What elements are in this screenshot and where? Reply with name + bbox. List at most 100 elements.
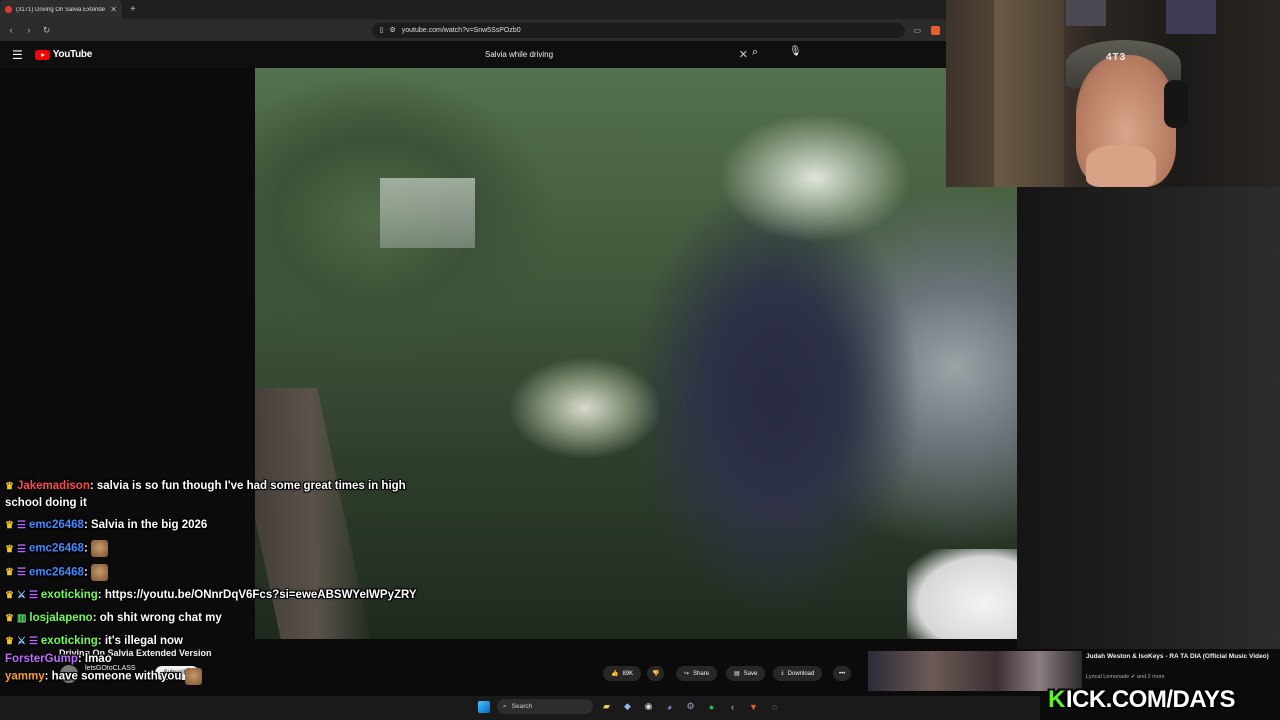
more-actions-button[interactable]: ••• — [833, 666, 852, 681]
chat-username: exoticking — [40, 589, 98, 602]
chat-message: ♛ ⚔ ☰ exoticking: https://youtu.be/ONnrDqV6… — [5, 587, 435, 604]
youtube-favicon-icon — [5, 6, 12, 13]
screen: (3171) Driving On Salvia Extende ✕ + ‹ ›… — [0, 0, 1280, 720]
chat-message: ForsterGump: lmao — [5, 653, 112, 666]
search-input[interactable]: Salvia while driving ✕ — [478, 45, 748, 64]
chat-username: yammy — [5, 670, 45, 683]
tab-title: (3171) Driving On Salvia Extende — [16, 6, 106, 13]
steam-icon[interactable]: ◆ — [620, 699, 635, 714]
taskbar: ⌕ Search ▰ ◆ ◉ ◕ ⚙ ● ‹ ▼ ◌ — [0, 696, 1040, 720]
app-icon[interactable]: ‹ — [725, 699, 740, 714]
youtube-header: ☰ YouTube Salvia while driving ✕ ⌕ 🎙 — [0, 41, 946, 68]
obs-icon[interactable]: ◉ — [641, 699, 656, 714]
headphones-icon — [1164, 80, 1188, 128]
recommended-channel: Lyrical Lemonade ✔ and 2 more — [1086, 674, 1165, 680]
chat-text: oh shit wrong chat my — [99, 612, 222, 625]
download-label: Download — [787, 670, 815, 677]
file-explorer-icon[interactable]: ▰ — [599, 699, 614, 714]
download-icon: ⤓ — [781, 670, 784, 676]
brave-browser-icon[interactable]: ▼ — [746, 699, 761, 714]
chat-username: exoticking — [40, 635, 98, 648]
chat-message: ♛ ⚔ ☰ exoticking: it's illegal now — [5, 633, 435, 650]
crown-badge-icon: ♛ — [5, 613, 14, 625]
chat-message: yammy: have someone with you — [5, 668, 435, 686]
save-icon: ▤ — [734, 671, 740, 677]
dislike-button[interactable]: 👎 — [647, 666, 665, 681]
kick-text: ICK.COM/DAYS — [1065, 686, 1236, 713]
video-frame-window — [380, 178, 475, 248]
chat-username: losjalapeno — [29, 612, 93, 625]
microphone-icon[interactable]: 🎙 — [789, 46, 802, 57]
address-bar: ‹ › ↻ ▯ ⚙ youtube.com/watch?v=Snw5SsPOzb… — [0, 19, 946, 41]
browser-tab[interactable]: (3171) Driving On Salvia Extende ✕ — [0, 0, 122, 19]
youtube-logo-icon — [34, 49, 50, 60]
browser-tab-bar: (3171) Driving On Salvia Extende ✕ + — [0, 0, 946, 19]
chat-text: Salvia in the big 2026 — [90, 519, 208, 531]
webcam-door — [994, 0, 1064, 187]
crown-badge-icon: ♛ — [5, 636, 14, 648]
app-icon[interactable]: ◌ — [767, 699, 782, 714]
hat-logo: 4T3 — [1106, 52, 1127, 63]
chat-message: ♛ Jakemadison: salvia is so fun though I'… — [5, 480, 406, 509]
clear-search-icon[interactable]: ✕ — [739, 48, 748, 61]
video-frame-car — [907, 549, 1017, 639]
like-count: 89K — [622, 670, 634, 677]
chat-message: ♛ ☰ emc26468: — [5, 563, 435, 582]
site-info-icon[interactable]: ⚙ — [389, 26, 395, 34]
settings-icon[interactable]: ⚙ — [683, 699, 698, 714]
like-button[interactable]: 👍 89K — [603, 666, 642, 681]
subscriber-badge-icon: ☰ — [28, 636, 38, 648]
sword-badge-icon: ⚔ — [16, 636, 26, 648]
chat-username: emc26468 — [28, 519, 84, 531]
start-button[interactable] — [476, 699, 491, 714]
reload-icon[interactable]: ↻ — [42, 25, 52, 36]
subscriber-badge-icon: ☰ — [16, 567, 26, 579]
back-icon[interactable]: ‹ — [6, 25, 16, 35]
download-button[interactable]: ⤓ Download — [773, 666, 823, 681]
emote-icon — [184, 668, 202, 686]
url-text: youtube.com/watch?v=Snw5SsPOzb0 — [401, 26, 521, 34]
share-button[interactable]: ↪ Share — [676, 666, 718, 681]
windows-logo-icon — [477, 700, 490, 713]
taskbar-search-label: Search — [511, 703, 533, 710]
subscriber-badge-icon: ☰ — [16, 543, 26, 555]
thumbs-down-icon: 👎 — [652, 671, 660, 677]
bars-badge-icon: ▥ — [16, 613, 27, 625]
chat-username: emc26468 — [28, 566, 84, 579]
recommended-title[interactable]: Judah Weston & IsoKeys - RA TA DIA (Offi… — [1086, 652, 1276, 661]
taskbar-search[interactable]: ⌕ Search — [497, 699, 593, 714]
emote-icon — [90, 563, 108, 581]
chat-message: ♛ ☰ emc26468: — [5, 540, 435, 558]
chat-text: have someone with you — [51, 670, 182, 683]
tab-manager-icon[interactable]: ▭ — [913, 26, 921, 35]
menu-icon[interactable]: ☰ — [12, 48, 23, 62]
chat-text: lmao — [84, 653, 112, 666]
kick-banner: K ICK.COM/DAYS — [1048, 685, 1274, 715]
youtube-logo[interactable]: YouTube — [34, 49, 93, 60]
webcam-overlay: 4T3 — [946, 0, 1280, 187]
crown-badge-icon: ♛ — [5, 543, 14, 555]
chat-username: emc26468 — [28, 542, 84, 555]
discord-icon[interactable]: ◕ — [662, 699, 677, 714]
chat-text: https://youtu.be/ONnrDqV6Fcs?si=eweABSWY… — [104, 589, 417, 602]
forward-icon[interactable]: › — [24, 25, 34, 35]
search-icon[interactable]: ⌕ — [752, 46, 758, 59]
emote-icon — [90, 540, 108, 557]
webcam-hand — [1086, 145, 1156, 187]
chat-username: Jakemadison — [16, 480, 90, 492]
url-field[interactable]: ▯ ⚙ youtube.com/watch?v=Snw5SsPOzb0 — [371, 22, 906, 38]
brave-shield-icon[interactable] — [931, 25, 940, 35]
search-query: Salvia while driving — [485, 50, 554, 59]
youtube-logo-text: YouTube — [52, 49, 93, 60]
kick-k: K — [1048, 686, 1065, 713]
chat-message: ♛ ▥ losjalapeno: oh shit wrong chat my — [5, 610, 435, 627]
close-tab-icon[interactable]: ✕ — [110, 5, 117, 14]
save-button[interactable]: ▤ Save — [726, 666, 766, 681]
spotify-icon[interactable]: ● — [704, 699, 719, 714]
chat-text: it's illegal now — [104, 635, 183, 648]
search-icon: ⌕ — [503, 702, 507, 710]
chat-username: ForsterGump — [5, 653, 78, 666]
crown-badge-icon: ♛ — [5, 520, 14, 531]
bookmark-icon[interactable]: ▯ — [380, 26, 384, 34]
new-tab-button[interactable]: + — [130, 4, 136, 15]
